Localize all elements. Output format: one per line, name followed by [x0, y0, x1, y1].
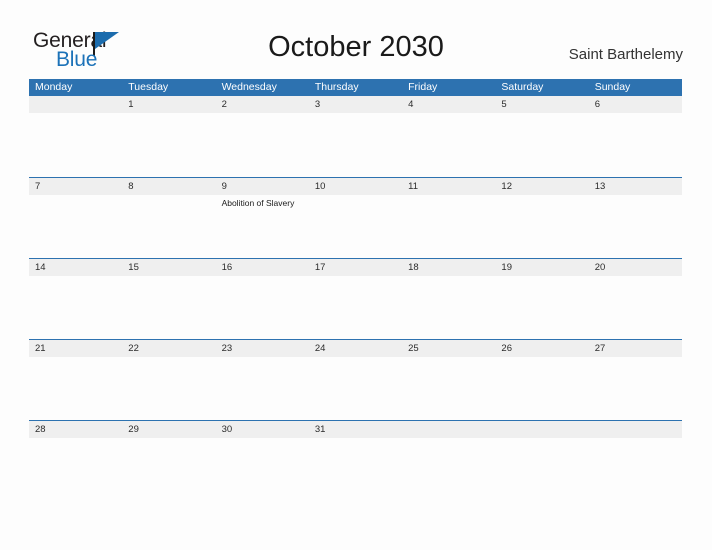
- day-number: 12: [501, 181, 512, 192]
- calendar-day-cell[interactable]: 2: [216, 96, 309, 177]
- calendar-day-cell[interactable]: 3: [309, 96, 402, 177]
- calendar-day-cell[interactable]: 1: [122, 96, 215, 177]
- day-number: 19: [501, 262, 512, 273]
- week-day-cells: 7 8 9 Abolition of Slavery 10 11 12 13: [29, 178, 682, 259]
- day-number: 17: [314, 262, 326, 273]
- weekday-friday: Friday: [408, 81, 438, 93]
- calendar-day-cell[interactable]: 10: [309, 178, 402, 259]
- day-number: 3: [314, 99, 321, 110]
- weekday-monday: Monday: [35, 81, 73, 93]
- calendar-day-cell-empty: [29, 96, 122, 177]
- day-number: 30: [221, 424, 233, 435]
- calendar-day-cell[interactable]: 23: [216, 340, 309, 421]
- day-number: 16: [221, 262, 233, 273]
- weekday-wednesday: Wednesday: [221, 81, 277, 93]
- calendar-day-cell[interactable]: 13: [589, 178, 682, 259]
- calendar-grid: Monday Tuesday Wednesday Thursday Friday…: [29, 79, 682, 501]
- calendar-day-cell[interactable]: 27: [589, 340, 682, 421]
- calendar-day-cell[interactable]: 9 Abolition of Slavery: [216, 178, 309, 259]
- weekday-sunday: Sunday: [594, 81, 631, 93]
- calendar-day-cell[interactable]: 28: [29, 421, 122, 502]
- calendar-day-cell[interactable]: 21: [29, 340, 122, 421]
- day-number: 4: [408, 99, 414, 110]
- week-day-cells: 14 15 16 17 18 19 20: [29, 259, 682, 340]
- day-number: 6: [594, 99, 600, 110]
- day-number: 14: [35, 262, 46, 273]
- day-number: 10: [314, 181, 326, 192]
- weekday-thursday: Thursday: [314, 81, 359, 93]
- calendar-day-cell[interactable]: 12: [495, 178, 588, 259]
- day-number: 28: [35, 424, 46, 435]
- page-header: General Blue October 2030 Saint Barthele…: [0, 0, 712, 78]
- calendar-day-cell[interactable]: 31: [309, 421, 402, 502]
- calendar-day-cell[interactable]: 29: [122, 421, 215, 502]
- day-number: 27: [594, 343, 606, 354]
- location-label: Saint Barthelemy: [568, 46, 683, 63]
- day-number: 25: [408, 343, 419, 354]
- day-number: 13: [594, 181, 606, 192]
- day-number: 1: [128, 99, 134, 110]
- calendar-day-cell[interactable]: 20: [589, 259, 682, 340]
- day-number: 24: [314, 343, 326, 354]
- calendar-day-cell[interactable]: 16: [216, 259, 309, 340]
- day-event-label: Abolition of Slavery: [221, 198, 295, 208]
- calendar-day-cell[interactable]: 26: [495, 340, 588, 421]
- calendar-day-cell[interactable]: 18: [402, 259, 495, 340]
- week-day-cells: 21 22 23 24 25 26 27: [29, 340, 682, 421]
- day-number: 11: [408, 181, 418, 192]
- calendar-day-cell-empty: [589, 421, 682, 502]
- day-number: 8: [128, 181, 134, 192]
- day-number: 7: [35, 181, 41, 192]
- calendar-day-cell[interactable]: 30: [216, 421, 309, 502]
- calendar-week-row: 7 8 9 Abolition of Slavery 10 11 12 13: [29, 177, 682, 258]
- day-number: 2: [221, 99, 227, 110]
- weekday-saturday: Saturday: [501, 81, 544, 93]
- weekday-tuesday: Tuesday: [128, 81, 169, 93]
- calendar-day-cell[interactable]: 6: [589, 96, 682, 177]
- calendar-day-cell[interactable]: 22: [122, 340, 215, 421]
- calendar-day-cell[interactable]: 25: [402, 340, 495, 421]
- calendar-day-cell[interactable]: 24: [309, 340, 402, 421]
- calendar-week-row: 28 29 30 31: [29, 420, 682, 501]
- day-number: 15: [128, 262, 139, 273]
- day-number: 23: [221, 343, 233, 354]
- calendar-day-cell[interactable]: 17: [309, 259, 402, 340]
- week-day-cells: 1 2 3 4 5 6: [29, 96, 682, 177]
- day-number: 31: [314, 424, 326, 435]
- calendar-day-cell-empty: [402, 421, 495, 502]
- calendar-day-cell[interactable]: 8: [122, 178, 215, 259]
- calendar-day-cell[interactable]: 7: [29, 178, 122, 259]
- calendar-day-cell[interactable]: 5: [495, 96, 588, 177]
- calendar-day-cell[interactable]: 11: [402, 178, 495, 259]
- day-number: 5: [501, 99, 507, 110]
- calendar-day-cell[interactable]: 4: [402, 96, 495, 177]
- week-day-cells: 28 29 30 31: [29, 421, 682, 502]
- day-number: 29: [128, 424, 139, 435]
- day-events: Abolition of Slavery: [222, 195, 309, 209]
- calendar-day-cell[interactable]: 15: [122, 259, 215, 340]
- weekday-header-row: Monday Tuesday Wednesday Thursday Friday…: [29, 79, 682, 96]
- calendar-week-row: 14 15 16 17 18 19 20: [29, 258, 682, 339]
- calendar-week-row: 1 2 3 4 5 6: [29, 96, 682, 177]
- calendar-day-cell[interactable]: 19: [495, 259, 588, 340]
- calendar-day-cell-empty: [495, 421, 588, 502]
- day-number: 18: [408, 262, 419, 273]
- day-number: 22: [128, 343, 139, 354]
- day-number: 20: [594, 262, 606, 273]
- day-number: 9: [221, 181, 227, 192]
- calendar-weeks: 1 2 3 4 5 6 7 8 9 Abolition of Slavery 10 11 12 13 14 1…: [29, 96, 682, 501]
- calendar-day-cell[interactable]: 14: [29, 259, 122, 340]
- day-number: 26: [501, 343, 512, 354]
- calendar-week-row: 21 22 23 24 25 26 27: [29, 339, 682, 420]
- day-number: 21: [35, 343, 46, 354]
